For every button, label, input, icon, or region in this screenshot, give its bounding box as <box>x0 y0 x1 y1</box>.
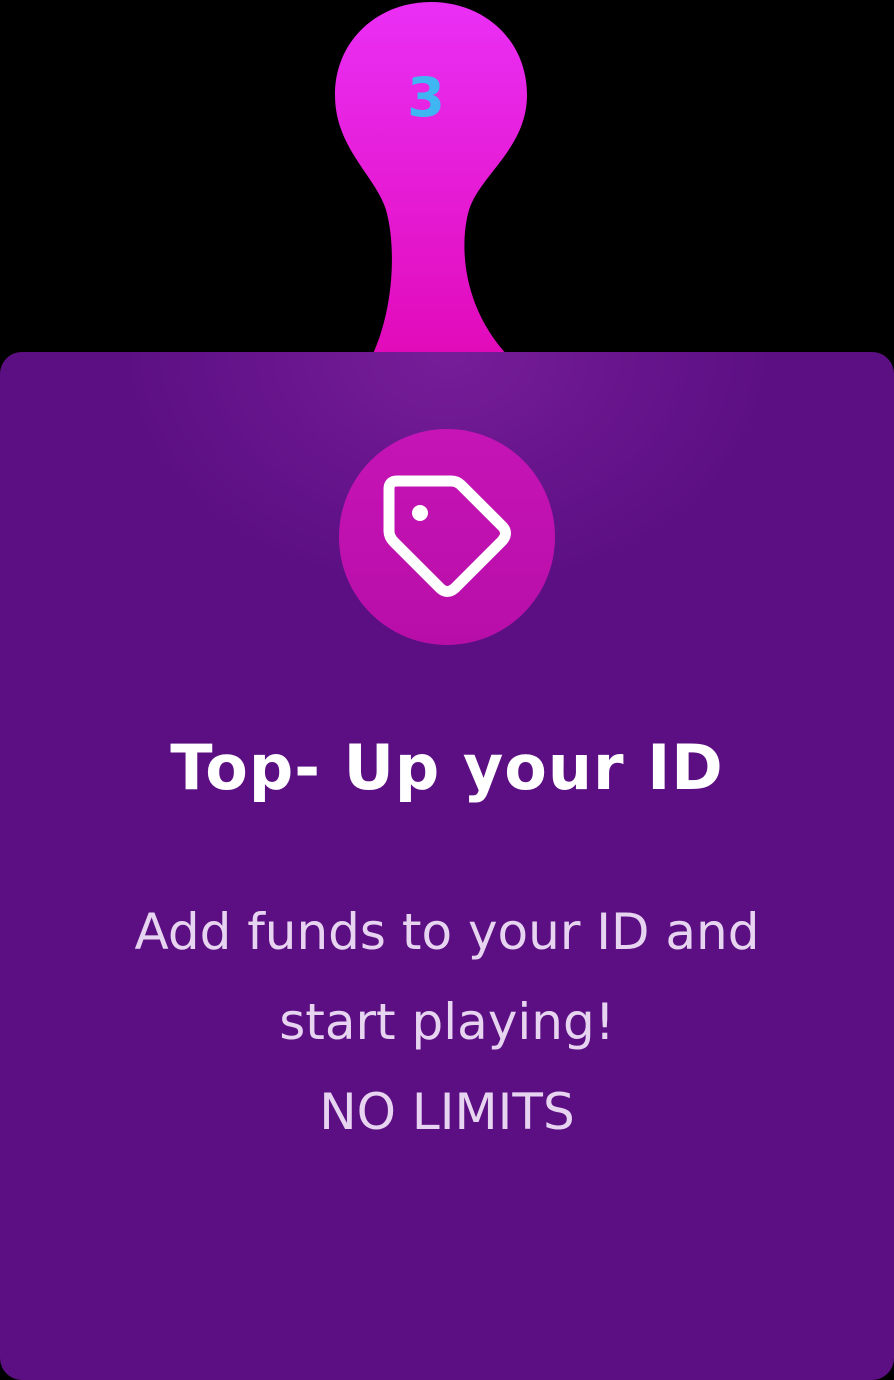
icon-circle <box>339 429 555 645</box>
card-title: Top- Up your ID <box>170 731 724 804</box>
description-line: NO LIMITS <box>319 1083 575 1141</box>
description-line: Add funds to your ID and <box>134 903 760 961</box>
step-tab-shape <box>335 2 527 360</box>
step-tab: 3 <box>0 0 894 380</box>
step-number: 3 <box>407 66 445 129</box>
card-description: Add funds to your ID and start playing! … <box>40 887 854 1157</box>
description-line: start playing! <box>279 993 615 1051</box>
price-tag-icon <box>383 475 511 597</box>
step-card: Top- Up your ID Add funds to your ID and… <box>0 352 894 1380</box>
